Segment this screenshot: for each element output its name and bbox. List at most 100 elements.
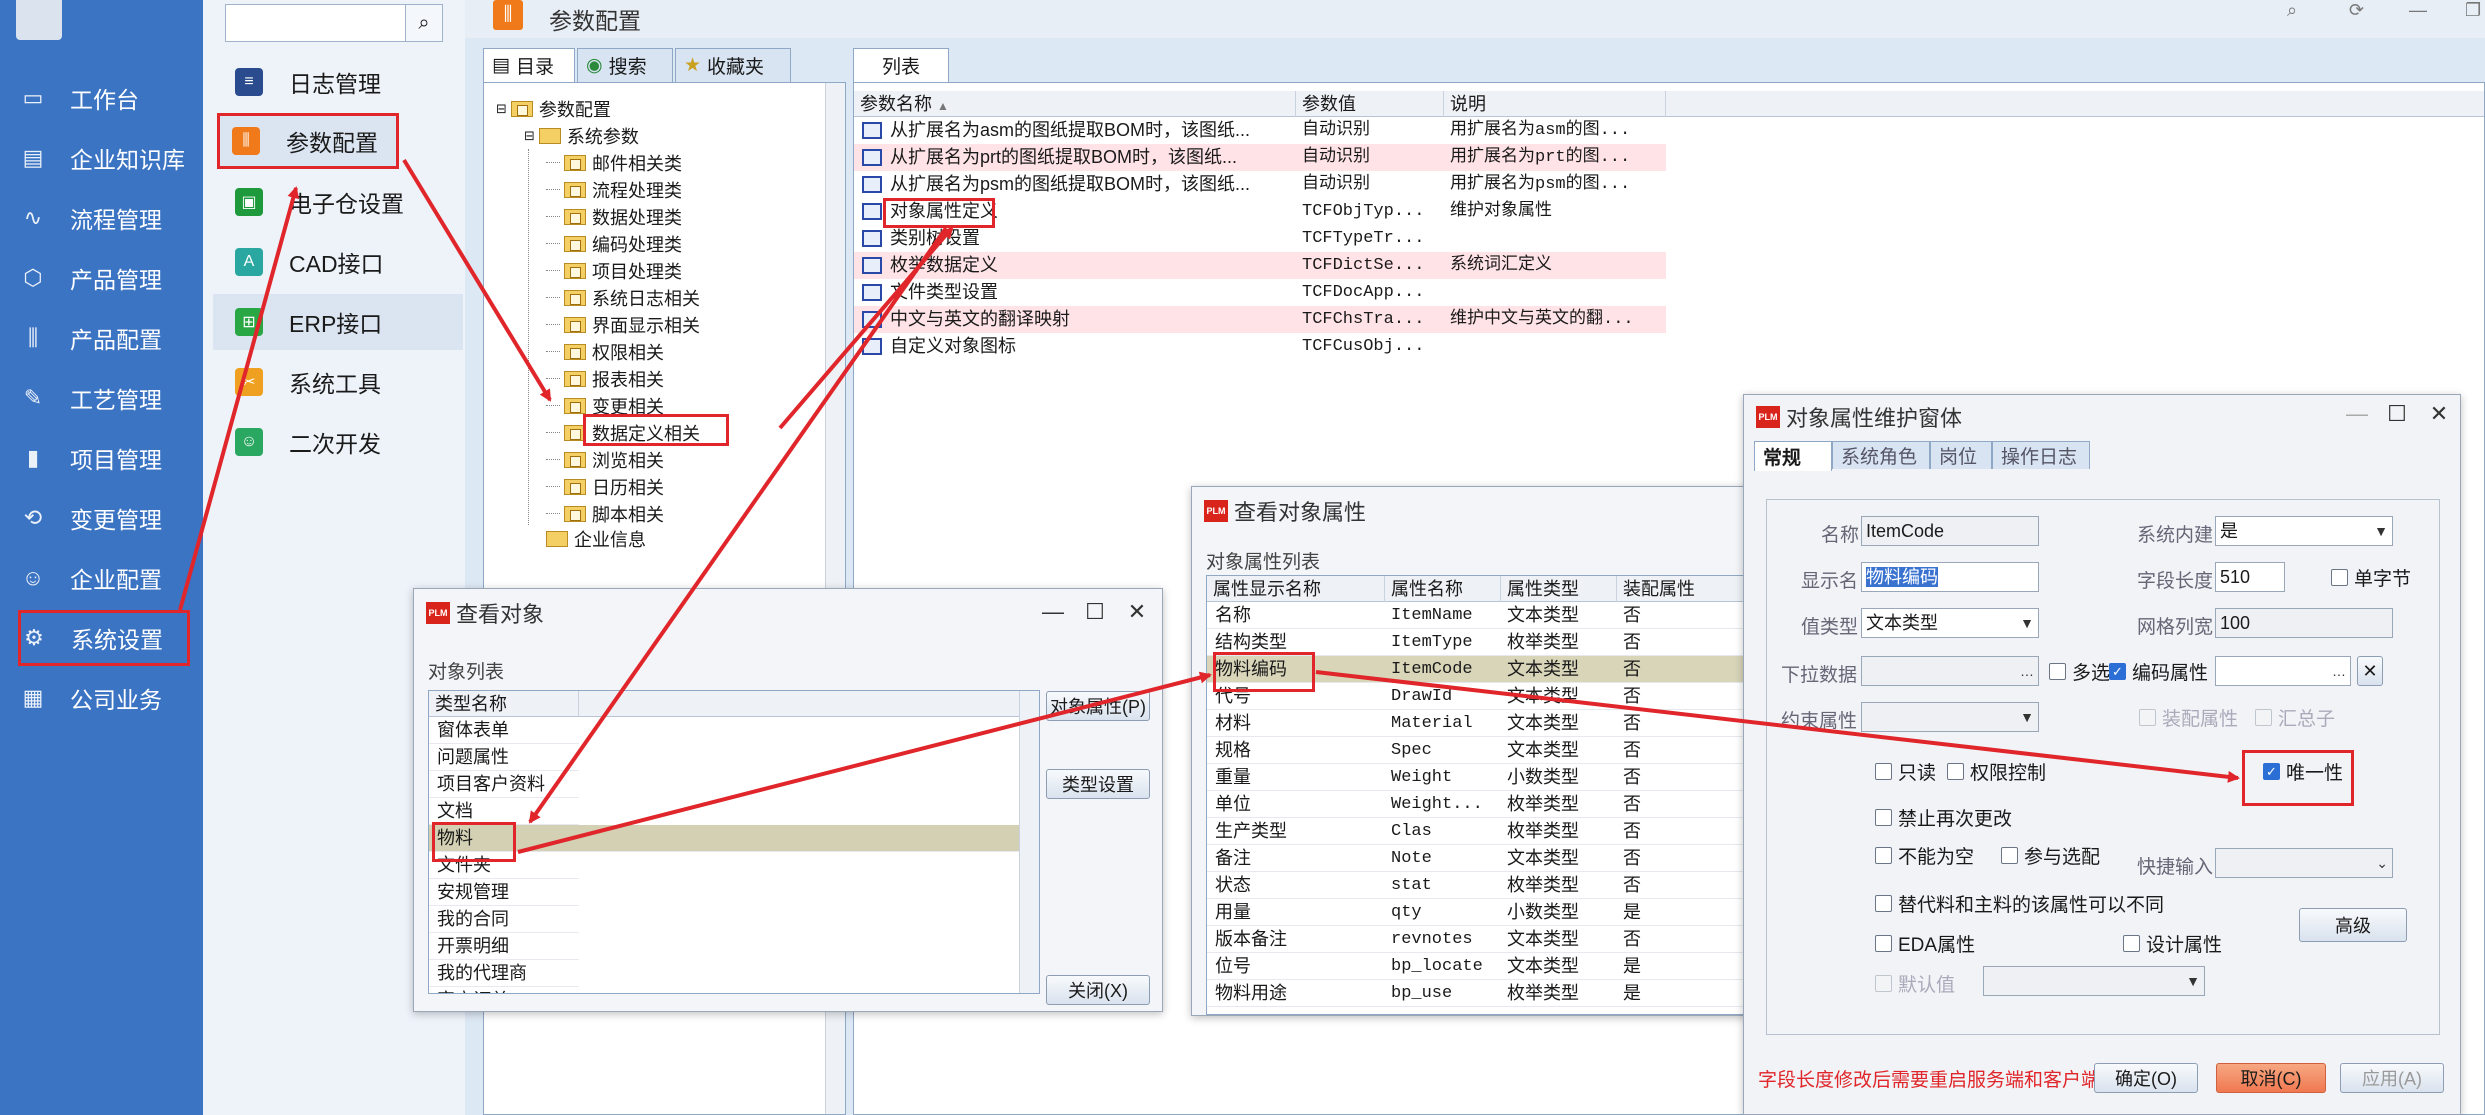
attr-row[interactable]: 规格 Spec 文本类型 否 (1207, 737, 1757, 764)
object-row[interactable]: 我的合同 (429, 906, 579, 933)
nav-item-process[interactable]: ✎ 工艺管理 (0, 370, 203, 426)
quick-input-select[interactable]: ⌄ (2215, 848, 2393, 878)
attr-row[interactable]: 版本备注 revnotes 文本类型 否 (1207, 926, 1757, 953)
tree-item[interactable]: 编码处理类 (546, 230, 682, 257)
nav-item-change[interactable]: ⟲ 变更管理 (0, 490, 203, 546)
cancel-button[interactable]: 取消(C) (2216, 1063, 2326, 1093)
attr-row[interactable]: 结构类型 ItemType 枚举类型 否 (1207, 629, 1757, 656)
tab-favorites[interactable]: ★ 收藏夹 (675, 48, 791, 82)
not-null-checkbox[interactable]: 不能为空 (1875, 842, 1974, 869)
attr-row[interactable]: 物料用途 bp_use 枚举类型 是 (1207, 980, 1757, 1007)
attr-row[interactable]: 物料编码 ItemCode 文本类型 否 (1207, 656, 1757, 683)
maximize-icon[interactable]: ☐ (2382, 401, 2412, 427)
tree-item[interactable]: 权限相关 (546, 338, 664, 365)
restore-icon[interactable]: ❐ (2465, 0, 2481, 21)
nav-item-knowledge[interactable]: ▤ 企业知识库 (0, 130, 203, 186)
submenu-item-tools[interactable]: ✂ 系统工具 (213, 354, 463, 410)
col-header[interactable]: 参数名称 ▲ (854, 91, 1296, 117)
object-row[interactable]: 项目客户资料 (429, 771, 579, 798)
nav-item-product-config[interactable]: ⫼ 产品配置 (0, 310, 203, 366)
tab-search[interactable]: ◉ 搜索 (577, 48, 673, 82)
nav-item-workbench[interactable]: ▭ 工作台 (0, 70, 203, 126)
col-header[interactable]: 属性类型 (1501, 576, 1617, 602)
constraint-select[interactable]: ▼ (1861, 702, 2039, 732)
avatar[interactable] (16, 0, 62, 40)
scrollbar[interactable] (1019, 691, 1039, 993)
param-row[interactable]: 自定义对象图标 TCFCusObj... (854, 333, 1666, 360)
tab-catalog[interactable]: ▤ 目录 (483, 48, 575, 82)
minimize-icon[interactable]: — (2342, 401, 2372, 427)
tree-item[interactable]: 流程处理类 (546, 176, 682, 203)
close-icon[interactable]: ✕ (2424, 401, 2454, 427)
minimize-icon[interactable]: — (1038, 599, 1068, 625)
param-row[interactable]: 从扩展名为psm的图纸提取BOM时，该图纸... 自动识别 用扩展名为psm的图..… (854, 171, 1666, 198)
refresh-icon[interactable]: ⟳ (2349, 0, 2364, 21)
value-type-select[interactable]: 文本类型 ▼ (1861, 608, 2039, 638)
close-button[interactable]: 关闭(X) (1046, 975, 1150, 1005)
close-icon[interactable]: ✕ (1122, 599, 1152, 625)
code-attr-checkbox[interactable]: ✓ 编码属性 (2109, 658, 2208, 685)
tree-item[interactable]: 界面显示相关 (546, 311, 700, 338)
tree-root[interactable]: ⊟ 参数配置 (496, 95, 611, 122)
submenu-item-vault[interactable]: ▣ 电子仓设置 (213, 174, 463, 230)
col-header[interactable]: 属性名称 (1385, 576, 1501, 602)
param-row[interactable]: 枚举数据定义 TCFDictSe... 系统词汇定义 (854, 252, 1666, 279)
tree-item[interactable]: 日历相关 (546, 473, 664, 500)
submenu-item-cad[interactable]: A CAD接口 (213, 234, 463, 290)
object-row[interactable]: 窗体表单 (429, 717, 579, 744)
object-row[interactable]: 问题属性 (429, 744, 579, 771)
col-header[interactable]: 装配属性 (1617, 576, 1757, 602)
param-row[interactable]: 类别树设置 TCFTypeTr... (854, 225, 1666, 252)
search-icon[interactable]: ⌕ (2287, 0, 2297, 21)
param-row[interactable]: 从扩展名为asm的图纸提取BOM时，该图纸... 自动识别 用扩展名为asm的图..… (854, 117, 1666, 144)
substitute-checkbox[interactable]: 替代料和主料的该属性可以不同 (1875, 890, 2164, 917)
default-checkbox[interactable]: 默认值 (1875, 970, 1955, 997)
tree-item[interactable]: 脚本相关 (546, 500, 664, 527)
submenu-item-dev[interactable]: ☺ 二次开发 (213, 414, 463, 470)
builtin-select[interactable]: 是 ▼ (2215, 516, 2393, 546)
grid-width-input[interactable]: 100 (2215, 608, 2393, 638)
no-change-checkbox[interactable]: 禁止再次更改 (1875, 804, 2012, 831)
design-attr-checkbox[interactable]: 设计属性 (2123, 930, 2222, 957)
permission-checkbox[interactable]: 权限控制 (1947, 758, 2046, 785)
nav-item-enterprise[interactable]: ☺ 企业配置 (0, 550, 203, 606)
dropdown-data-input[interactable]: … (1861, 656, 2039, 686)
attr-row[interactable]: 用量 qty 小数类型 是 (1207, 899, 1757, 926)
tab-op-log[interactable]: 操作日志 (1992, 441, 2090, 469)
object-row[interactable]: 物料 (429, 825, 1019, 852)
tab-general[interactable]: 常规 (1754, 441, 1832, 471)
object-attr-button[interactable]: 对象属性(P) (1046, 691, 1150, 721)
minimize-icon[interactable]: — (2409, 0, 2427, 21)
nav-item-business[interactable]: ▦ 公司业务 (0, 670, 203, 726)
attr-row[interactable]: 代号 DrawId 文本类型 否 (1207, 683, 1757, 710)
param-row[interactable]: 从扩展名为prt的图纸提取BOM时，该图纸... 自动识别 用扩展名为prt的图..… (854, 144, 1666, 171)
attr-row[interactable]: 重量 Weight 小数类型 否 (1207, 764, 1757, 791)
param-row[interactable]: 文件类型设置 TCFDocApp... (854, 279, 1666, 306)
type-settings-button[interactable]: 类型设置 (1046, 769, 1150, 799)
tab-list[interactable]: 列表 (853, 48, 949, 82)
nav-item-product[interactable]: ⬡ 产品管理 (0, 250, 203, 306)
nav-item-system-settings[interactable]: ⚙ 系统设置 (18, 610, 190, 666)
nav-item-project[interactable]: ▮ 项目管理 (0, 430, 203, 486)
tree-item[interactable]: 项目处理类 (546, 257, 682, 284)
assembly-attr-checkbox[interactable]: 装配属性 (2139, 704, 2238, 731)
tab-positions[interactable]: 岗位 (1930, 441, 1992, 469)
col-header[interactable]: 类型名称 (429, 691, 579, 717)
object-row[interactable]: 开票明细 (429, 933, 579, 960)
name-field[interactable]: ItemCode (1861, 516, 2039, 546)
attr-row[interactable]: 位号 bp_locate 文本类型 是 (1207, 953, 1757, 980)
submenu-item-erp[interactable]: ⊞ ERP接口 (213, 294, 463, 350)
readonly-checkbox[interactable]: 只读 (1875, 758, 1936, 785)
param-row[interactable]: 对象属性定义 TCFObjTyp... 维护对象属性 (854, 198, 1666, 225)
tree-group[interactable]: ⊟ 系统参数 (524, 122, 639, 149)
default-value-select[interactable]: ▼ (1983, 966, 2205, 996)
eda-checkbox[interactable]: EDA属性 (1875, 930, 1975, 957)
field-length-input[interactable]: 510 (2215, 562, 2285, 592)
single-byte-checkbox[interactable]: 单字节 (2331, 564, 2411, 591)
tab-roles[interactable]: 系统角色 (1832, 441, 1930, 469)
apply-button[interactable]: 应用(A) (2340, 1063, 2444, 1093)
tree-item[interactable]: 浏览相关 (546, 446, 664, 473)
nav-item-flow[interactable]: ∿ 流程管理 (0, 190, 203, 246)
param-row[interactable]: 中文与英文的翻译映射 TCFChsTra... 维护中文与英文的翻... (854, 306, 1666, 333)
col-header[interactable]: 参数值 (1296, 91, 1444, 117)
